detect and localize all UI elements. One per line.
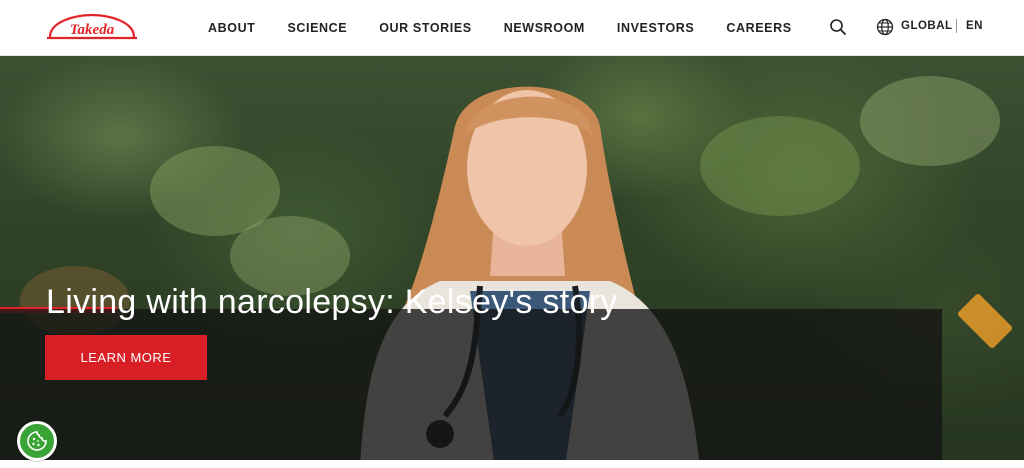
learn-more-button[interactable]: LEARN MORE	[45, 335, 207, 380]
hero-caption-overlay	[0, 309, 942, 468]
cookie-settings-button[interactable]	[17, 421, 57, 461]
site-header: Takeda ABOUT SCIENCE OUR STORIES NEWSROO…	[0, 0, 1024, 56]
region-selector[interactable]: GLOBAL	[901, 20, 953, 32]
logo-wordmark: Takeda	[70, 22, 115, 38]
nav-item-careers[interactable]: CAREERS	[726, 21, 791, 35]
nav-item-about[interactable]: ABOUT	[208, 21, 255, 35]
main-nav: ABOUT SCIENCE OUR STORIES NEWSROOM INVES…	[192, 0, 808, 56]
nav-item-investors[interactable]: INVESTORS	[617, 21, 694, 35]
nav-item-science[interactable]: SCIENCE	[287, 21, 347, 35]
search-icon[interactable]	[829, 18, 847, 36]
hero-banner	[0, 56, 1024, 468]
hero-headline: Living with narcolepsy: Kelsey's story	[46, 283, 618, 321]
language-selector[interactable]: EN	[966, 20, 983, 32]
hero-bottom-edge	[0, 460, 1024, 468]
globe-icon[interactable]	[876, 18, 894, 36]
nav-item-our-stories[interactable]: OUR STORIES	[379, 21, 472, 35]
nav-item-newsroom[interactable]: NEWSROOM	[504, 21, 585, 35]
takeda-logo[interactable]: Takeda	[44, 12, 140, 46]
cookie-icon	[27, 431, 47, 451]
language-divider	[956, 19, 957, 33]
